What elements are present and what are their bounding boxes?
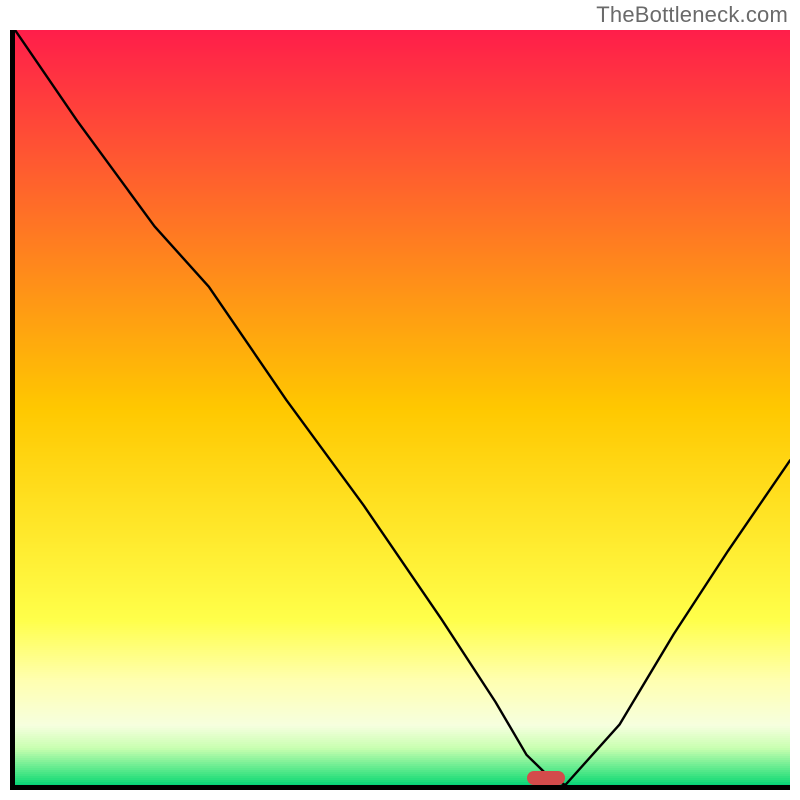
plot-area (15, 30, 790, 785)
bottleneck-curve (15, 30, 790, 785)
plot-frame (10, 30, 790, 790)
curve-layer (15, 30, 790, 785)
watermark: TheBottleneck.com (596, 2, 788, 28)
optimal-marker (527, 771, 566, 785)
